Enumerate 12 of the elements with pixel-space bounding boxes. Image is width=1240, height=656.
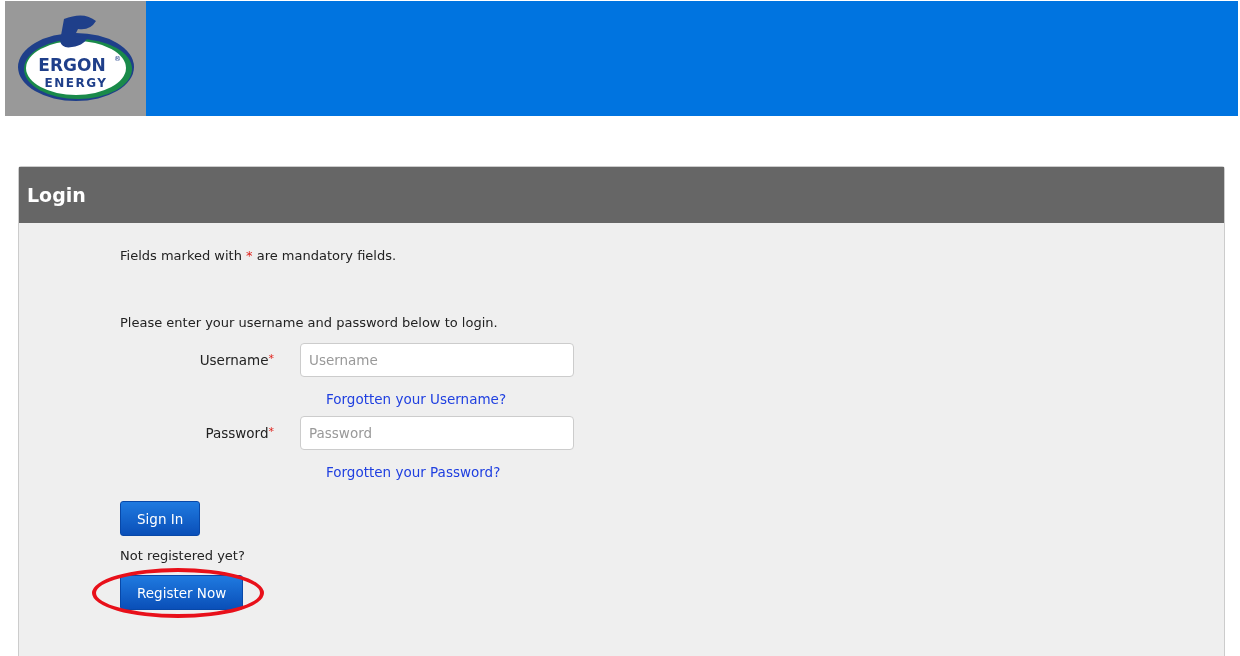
register-button[interactable]: Register Now [120,575,244,610]
panel-title: Login [27,184,86,206]
field-label: Username* [198,352,275,368]
mandatory-note: Fields marked with * are mandatory fields. [120,248,398,263]
instruction-text: Please enter your username and password below to login. [120,315,499,330]
sign-in-button[interactable]: Sign In [120,501,201,536]
forgot-link[interactable]: Forgotten your Username? [326,391,507,407]
forgot-link[interactable]: Forgotten your Password? [326,464,501,480]
field-label: Password* [204,425,275,441]
password-field[interactable]: Password [300,416,574,450]
username-field[interactable]: Username [300,343,574,377]
register-prompt: Not registered yet? [120,548,246,563]
